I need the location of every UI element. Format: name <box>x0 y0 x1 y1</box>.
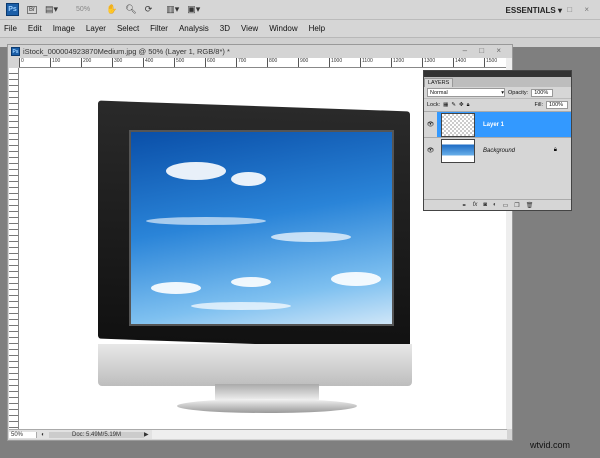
status-menu-arrow[interactable]: ▶ <box>144 431 152 438</box>
status-icon: ◐ <box>41 431 45 438</box>
bridge-button[interactable]: Br <box>27 5 37 14</box>
ruler-label: 1400 <box>453 58 484 67</box>
ruler-label: 900 <box>298 58 329 67</box>
menu-window[interactable]: Window <box>269 24 297 33</box>
status-bar: 50% ◐ Doc: 5.49M/5.19M ▶ <box>9 429 507 439</box>
trash-icon[interactable]: 🗑︎ <box>526 202 534 209</box>
lock-all-icon[interactable]: 🔒︎ <box>467 102 470 109</box>
application-bar: Ps Br ▤▾ 50% ✋ 🔍︎ ⟳ ▥▾ ▣▾ ESSENTIALS ▾ –… <box>0 0 600 20</box>
hand-tool-icon[interactable]: ✋ <box>106 4 117 15</box>
ruler-label: 100 <box>50 58 81 67</box>
lock-label: Lock: <box>427 102 441 108</box>
document-icon: Ps <box>11 47 20 56</box>
fx-icon[interactable]: fx <box>473 202 478 208</box>
screen-mode-icon[interactable]: ▣▾ <box>187 4 200 15</box>
horizontal-ruler: 0 100 200 300 400 500 600 700 800 900 10… <box>19 58 508 68</box>
menu-image[interactable]: Image <box>53 24 75 33</box>
ruler-label: 0 <box>19 58 50 67</box>
visibility-eye-icon[interactable]: 👁︎ <box>424 121 437 128</box>
tv-stand-neck <box>215 384 319 400</box>
menu-help[interactable]: Help <box>309 24 325 33</box>
lock-icon: 🔒︎ <box>553 147 557 153</box>
lock-position-icon[interactable]: ✥ <box>459 102 464 108</box>
blend-mode-value: Normal <box>430 89 448 96</box>
view-extras-icon[interactable]: ▤▾ <box>45 4 58 15</box>
ruler-label: 500 <box>174 58 205 67</box>
tv-bezel <box>98 344 412 386</box>
layer-thumbnail <box>441 138 475 163</box>
layer-row-layer-1[interactable]: 👁︎ Layer 1 <box>424 111 571 137</box>
ruler-label: 400 <box>143 58 174 67</box>
mask-icon[interactable]: ◙ <box>483 202 487 208</box>
opacity-input[interactable]: 100% <box>531 88 554 97</box>
menu-edit[interactable]: Edit <box>28 24 42 33</box>
document-title-bar[interactable]: Ps iStock_000004923870Medium.jpg @ 50% (… <box>8 45 512 58</box>
layers-panel: LAYERS Normal ▾ Opacity: 100% Lock: ▦ ✎ ✥… <box>423 70 572 211</box>
layer-name: Layer 1 <box>483 121 505 128</box>
ruler-label: 1200 <box>391 58 422 67</box>
ruler-label: 800 <box>267 58 298 67</box>
chevron-down-icon: ▾ <box>501 89 504 96</box>
lock-transparency-icon[interactable]: ▦ <box>443 102 448 108</box>
menu-filter[interactable]: Filter <box>150 24 168 33</box>
layer-name: Background <box>483 147 516 154</box>
layer-thumbnail <box>441 112 475 137</box>
menu-3d[interactable]: 3D <box>220 24 230 33</box>
ruler-label: 200 <box>81 58 112 67</box>
zoom-tool-icon[interactable]: 🔍︎ <box>125 4 136 15</box>
ruler-label: 1300 <box>422 58 453 67</box>
fill-input[interactable]: 100% <box>546 101 568 109</box>
menu-file[interactable]: File <box>4 24 17 33</box>
document-title: iStock_000004923870Medium.jpg @ 50% (Lay… <box>23 47 230 56</box>
menu-layer[interactable]: Layer <box>86 24 106 33</box>
lock-image-icon[interactable]: ✎ <box>451 102 456 108</box>
horizontal-scrollbar[interactable] <box>152 430 507 439</box>
menu-view[interactable]: View <box>241 24 258 33</box>
visibility-eye-icon[interactable]: 👁︎ <box>424 147 437 154</box>
menu-select[interactable]: Select <box>117 24 139 33</box>
ruler-label: 1000 <box>329 58 360 67</box>
vertical-ruler <box>9 68 19 429</box>
tv-stand-base <box>177 399 357 413</box>
status-zoom[interactable]: 50% <box>9 431 37 438</box>
tv-screen <box>129 130 394 326</box>
layers-panel-footer: ⚭ fx ◙ ◐ ▭ ❐ 🗑︎ <box>424 199 571 210</box>
ruler-label: 600 <box>205 58 236 67</box>
menu-analysis[interactable]: Analysis <box>179 24 209 33</box>
adjustment-icon[interactable]: ◐ <box>493 202 497 208</box>
layer-row-background[interactable]: 👁︎ Background 🔒︎ <box>424 137 571 163</box>
zoom-level-dropdown[interactable]: 50% <box>76 6 90 13</box>
tab-layers[interactable]: LAYERS <box>424 78 454 87</box>
ruler-label: 300 <box>112 58 143 67</box>
rotate-view-icon[interactable]: ⟳ <box>145 4 153 15</box>
watermark: wtvid.com <box>529 440 570 450</box>
group-icon[interactable]: ▭ <box>503 202 509 209</box>
status-doc-size: Doc: 5.49M/5.19M <box>49 431 144 438</box>
window-controls[interactable]: – □ × <box>551 5 594 14</box>
blend-mode-dropdown[interactable]: Normal ▾ <box>427 88 505 97</box>
opacity-label: Opacity: <box>508 89 529 96</box>
menu-bar: File Edit Image Layer Select Filter Anal… <box>0 20 600 37</box>
photoshop-logo: Ps <box>6 3 19 16</box>
arrange-documents-icon[interactable]: ▥▾ <box>166 4 179 15</box>
new-layer-icon[interactable]: ❐ <box>514 202 519 209</box>
ruler-label: 1100 <box>360 58 391 67</box>
link-icon[interactable]: ⚭ <box>462 202 467 209</box>
fill-label: Fill: <box>534 102 543 108</box>
ruler-label: 700 <box>236 58 267 67</box>
document-window-controls[interactable]: – □ × <box>463 46 506 55</box>
